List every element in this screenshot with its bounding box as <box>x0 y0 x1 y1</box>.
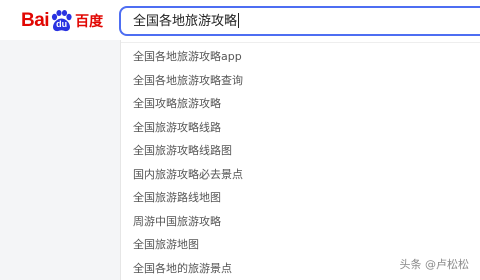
suggestion-item[interactable]: 全国各地旅游攻略查询 <box>121 69 480 93</box>
suggestion-item[interactable]: 国内旅游攻略必去景点 <box>121 163 480 187</box>
suggestion-dropdown: 全国各地旅游攻略app 全国各地旅游攻略查询 全国攻略旅游攻略 全国旅游攻略线路… <box>120 40 480 280</box>
search-input[interactable]: 全国各地旅游攻略 <box>133 13 240 30</box>
search-box[interactable]: 全国各地旅游攻略 <box>119 6 480 36</box>
search-input-text: 全国各地旅游攻略 <box>133 14 238 29</box>
logo-paw-text: du <box>56 19 68 29</box>
suggestion-item[interactable]: 全国旅游攻略线路图 <box>121 139 480 163</box>
suggestion-item[interactable]: 周游中国旅游攻略 <box>121 210 480 234</box>
suggestion-item[interactable]: 全国旅游地图 <box>121 233 480 257</box>
logo-latin-text: Bai <box>21 10 50 31</box>
baidu-paw-icon: du <box>50 10 73 32</box>
suggestion-list: 全国各地旅游攻略app 全国各地旅游攻略查询 全国攻略旅游攻略 全国旅游攻略线路… <box>121 45 480 280</box>
suggestion-item[interactable]: 全国旅游路线地图 <box>121 186 480 210</box>
baidu-logo[interactable]: Bai du 百度 <box>21 10 103 32</box>
top-bar: Bai du 百度 全国各地旅游攻略 <box>0 0 480 40</box>
suggestion-item[interactable]: 全国旅游攻略线路 <box>121 116 480 140</box>
dropdown-divider <box>121 42 480 43</box>
suggestion-item[interactable]: 全国各地旅游攻略app <box>121 45 480 69</box>
watermark-text: 头条 @卢松松 <box>399 258 470 271</box>
logo-chinese-text: 百度 <box>75 14 104 30</box>
suggestion-item[interactable]: 全国攻略旅游攻略 <box>121 92 480 116</box>
text-caret <box>238 13 240 28</box>
